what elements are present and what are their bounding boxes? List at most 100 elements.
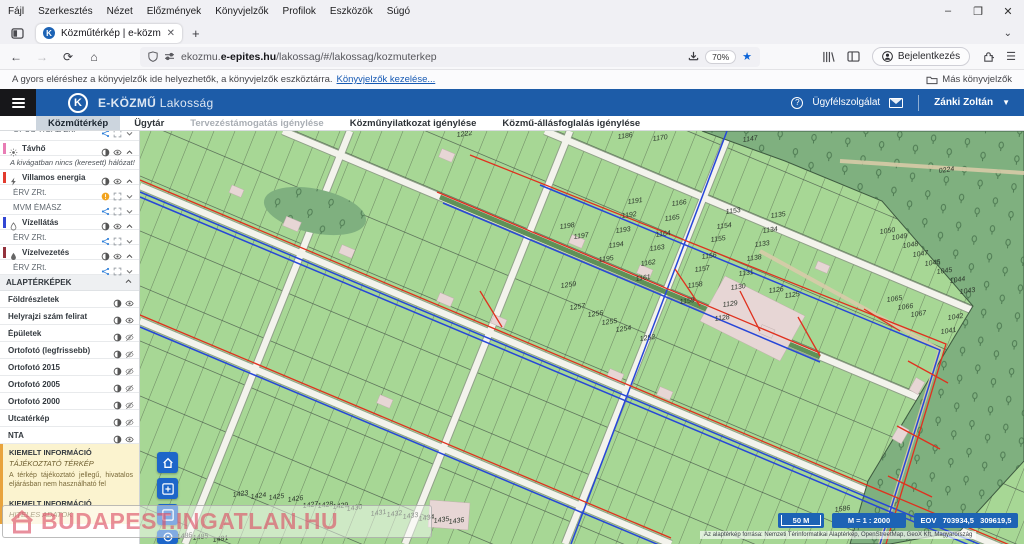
layer-group-v-zell-t-s[interactable]: Vízellátás xyxy=(0,215,139,230)
eye-icon[interactable] xyxy=(113,144,122,153)
menu-fájl[interactable]: Fájl xyxy=(8,6,24,17)
library-icon[interactable] xyxy=(822,51,835,63)
chevup-icon[interactable] xyxy=(125,173,134,182)
forward-button[interactable]: → xyxy=(34,50,50,64)
manage-bookmarks-link[interactable]: Könyvjelzők kezelése... xyxy=(337,74,436,85)
expand-icon[interactable] xyxy=(113,131,122,134)
network-icon[interactable] xyxy=(101,263,110,272)
menu-szerkesztés[interactable]: Szerkesztés xyxy=(38,6,92,17)
back-button[interactable]: ← xyxy=(8,50,24,64)
menu-profilok[interactable]: Profilok xyxy=(283,6,316,17)
basemap-ortofot-2015[interactable]: Ortofotó 2015 xyxy=(0,359,139,376)
menu-súgó[interactable]: Súgó xyxy=(387,6,410,17)
utility-map[interactable]: 1222118611701147022411911192119311941195… xyxy=(140,131,1024,544)
eyeoff-icon[interactable] xyxy=(125,346,134,355)
sidebar-toggle-icon[interactable] xyxy=(847,51,860,62)
extensions-icon[interactable] xyxy=(982,51,994,63)
firefox-login-button[interactable]: Bejelentkezés xyxy=(872,47,970,66)
help-icon[interactable]: ? xyxy=(791,97,803,109)
network-icon[interactable] xyxy=(101,203,110,212)
eye-icon[interactable] xyxy=(113,218,122,227)
eyeoff-icon[interactable] xyxy=(125,363,134,372)
chevdown-icon[interactable] xyxy=(125,188,134,197)
eye-icon[interactable] xyxy=(125,312,134,321)
layer-provider-mvm-m-sz[interactable]: MVM ÉMÁSZ xyxy=(0,200,139,215)
basemap-ortofot-legfrissebb-[interactable]: Ortofotó (legfrissebb) xyxy=(0,342,139,359)
window-minimize-button[interactable]: – xyxy=(940,5,956,17)
firefox-view-icon[interactable] xyxy=(6,25,28,42)
contrast-icon[interactable] xyxy=(113,363,122,372)
basemap-helyrajzi-sz-m-felirat[interactable]: Helyrajzi szám felirat xyxy=(0,308,139,325)
browser-tab-active[interactable]: K Közműtérkép | e-közmű ✕ xyxy=(36,24,182,43)
basemap-utcat-rk-p[interactable]: Utcatérkép xyxy=(0,410,139,427)
menu-könyvjelzők[interactable]: Könyvjelzők xyxy=(215,6,268,17)
zoom-level-indicator[interactable]: 70% xyxy=(705,50,736,64)
user-menu[interactable]: Zánki Zoltán xyxy=(934,97,993,108)
contrast-icon[interactable] xyxy=(101,144,110,153)
eye-icon[interactable] xyxy=(125,431,134,440)
basemap-f-ldr-szletek[interactable]: Földrészletek xyxy=(0,291,139,308)
chevup-icon[interactable] xyxy=(125,248,134,257)
eye-icon[interactable] xyxy=(125,295,134,304)
address-field[interactable]: ekozmu.e-epites.hu/lakossag/#/lakossag/k… xyxy=(140,47,760,67)
nav-tab-k-zm-t-rk-p[interactable]: Közműtérkép xyxy=(36,116,120,130)
sidebar-menu-button[interactable] xyxy=(0,89,36,116)
other-bookmarks-button[interactable]: Más könyvjelzők xyxy=(942,74,1012,85)
basemap--p-letek[interactable]: Épületek xyxy=(0,325,139,342)
eye-icon[interactable] xyxy=(113,173,122,182)
expand-icon[interactable] xyxy=(113,263,122,272)
contrast-icon[interactable] xyxy=(113,397,122,406)
nav-tab-tervez-st-mogat-s-ig-nyl-se[interactable]: Tervezéstámogatás igénylése xyxy=(178,116,335,130)
layer-provider-row[interactable]: OPUS TIGÁZ Zrt. xyxy=(0,131,139,141)
nav-tab--gyt-r[interactable]: Ügytár xyxy=(122,116,176,130)
expand-icon[interactable] xyxy=(113,188,122,197)
contrast-icon[interactable] xyxy=(113,312,122,321)
user-menu-chevron-icon[interactable]: ▼ xyxy=(1002,98,1010,107)
chevdown-icon[interactable] xyxy=(125,233,134,242)
bookmark-star-icon[interactable]: ★ xyxy=(742,50,752,63)
chevup-icon[interactable] xyxy=(125,144,134,153)
layer-provider--rv-zrt-[interactable]: ÉRV ZRt. xyxy=(0,260,139,275)
basemap-nta[interactable]: NTA xyxy=(0,427,139,444)
menu-eszközök[interactable]: Eszközök xyxy=(330,6,373,17)
basemap-ortofot-2000[interactable]: Ortofotó 2000 xyxy=(0,393,139,410)
contrast-icon[interactable] xyxy=(113,414,122,423)
menu-nézet[interactable]: Nézet xyxy=(107,6,133,17)
contrast-icon[interactable] xyxy=(113,295,122,304)
nav-tab-k-zm-ll-sfoglal-s-ig-nyl-se[interactable]: Közmű-állásfoglalás igénylése xyxy=(490,116,652,130)
layer-group-villamos-energia[interactable]: Villamos energia xyxy=(0,170,139,185)
contrast-icon[interactable] xyxy=(101,218,110,227)
window-close-button[interactable]: ✕ xyxy=(1000,5,1016,18)
window-restore-button[interactable]: ❐ xyxy=(970,5,986,18)
contrast-icon[interactable] xyxy=(101,248,110,257)
app-menu-icon[interactable]: ☰ xyxy=(1006,50,1016,63)
menu-előzmények[interactable]: Előzmények xyxy=(147,6,201,17)
new-tab-button[interactable]: + xyxy=(192,26,200,41)
mail-icon[interactable] xyxy=(889,98,903,108)
contrast-icon[interactable] xyxy=(113,329,122,338)
map-zoom-in-button[interactable] xyxy=(157,478,178,499)
eyeoff-icon[interactable] xyxy=(125,414,134,423)
chevdown-icon[interactable] xyxy=(125,203,134,212)
expand-icon[interactable] xyxy=(113,203,122,212)
network-icon[interactable] xyxy=(101,131,110,134)
reload-button[interactable]: ⟳ xyxy=(60,50,76,64)
contrast-icon[interactable] xyxy=(101,173,110,182)
chevup-icon[interactable] xyxy=(125,218,134,227)
network-icon[interactable] xyxy=(101,233,110,242)
basemap-ortofot-2005[interactable]: Ortofotó 2005 xyxy=(0,376,139,393)
basemaps-section-header[interactable]: ALAPTÉRKÉPEK xyxy=(0,275,139,291)
tab-close-icon[interactable]: ✕ xyxy=(167,28,175,39)
map-zoom-out-button[interactable] xyxy=(157,504,178,525)
layer-group-v-zelvezet-s[interactable]: Vízelvezetés xyxy=(0,245,139,260)
map-home-button[interactable] xyxy=(157,452,178,473)
support-link[interactable]: Ügyfélszolgálat xyxy=(812,97,880,108)
map-viewport[interactable]: 1222118611701147022411911192119311941195… xyxy=(140,131,1024,544)
layer-provider--rv-zrt-[interactable]: ÉRV ZRt. xyxy=(0,230,139,245)
contrast-icon[interactable] xyxy=(113,346,122,355)
eyeoff-icon[interactable] xyxy=(125,380,134,389)
chevdown-icon[interactable] xyxy=(125,263,134,272)
nav-tab-k-zm-nyilatkozat-ig-nyl-se[interactable]: Közműnyilatkozat igénylése xyxy=(338,116,489,130)
download-icon[interactable] xyxy=(688,51,699,62)
warning-icon[interactable] xyxy=(101,188,110,197)
